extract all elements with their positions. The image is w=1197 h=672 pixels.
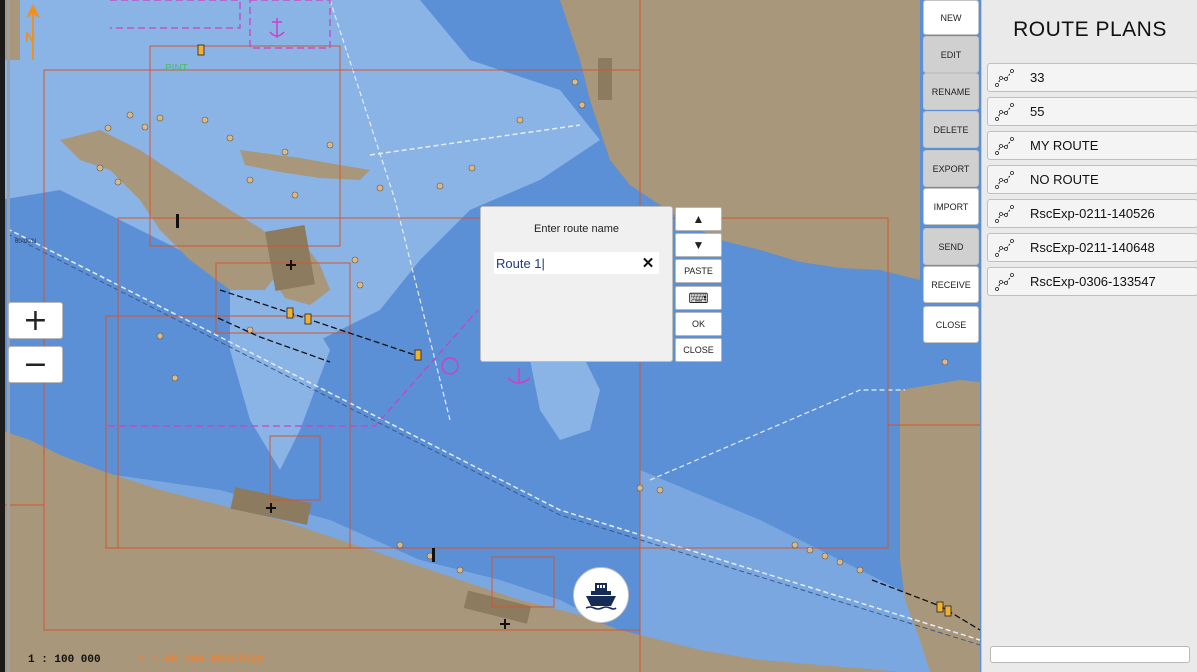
dock-structure bbox=[598, 58, 612, 100]
north-arrow-icon: N bbox=[25, 4, 40, 60]
chart-left-edge bbox=[0, 0, 5, 672]
route-icon bbox=[995, 272, 1014, 291]
keyboard-button[interactable]: ⌨ bbox=[675, 286, 722, 310]
route-name: MY ROUTE bbox=[1030, 138, 1099, 153]
scroll-up-button[interactable]: ▲ bbox=[675, 207, 722, 231]
route-plans-panel: ROUTE PLANS 33 55 MY ROUTE NO ROUTE RscE… bbox=[981, 0, 1197, 672]
panel-status-field bbox=[990, 646, 1190, 663]
zoom-in-button[interactable]: + bbox=[8, 302, 63, 339]
zoom-out-button[interactable]: − bbox=[8, 346, 63, 383]
route-list-item[interactable]: RscExp-0211-140526 bbox=[987, 199, 1197, 228]
latitude-label: 60°00'N bbox=[15, 239, 36, 245]
route-name: 33 bbox=[1030, 70, 1045, 85]
route-name: 55 bbox=[1030, 104, 1045, 119]
panel-title: ROUTE PLANS bbox=[1013, 18, 1167, 41]
dialog-title: Enter route name bbox=[534, 223, 619, 235]
clear-icon[interactable]: ✕ bbox=[640, 254, 656, 272]
keyboard-icon: ⌨ bbox=[688, 289, 709, 306]
paste-button[interactable]: PASTE bbox=[675, 259, 722, 283]
ok-button[interactable]: OK bbox=[675, 312, 722, 336]
route-name-input[interactable]: Route 1| ✕ bbox=[494, 252, 659, 274]
route-icon bbox=[995, 102, 1014, 121]
chart-place-label: PINT bbox=[165, 63, 188, 74]
chart-scale-display: 1 : 100 000 bbox=[28, 654, 101, 666]
close-panel-button[interactable]: CLOSE bbox=[923, 306, 979, 343]
route-name-value[interactable]: Route 1| bbox=[494, 256, 545, 271]
route-list-item[interactable]: MY ROUTE bbox=[987, 131, 1197, 160]
center-own-ship-button[interactable] bbox=[573, 567, 629, 623]
scroll-down-button[interactable]: ▼ bbox=[675, 233, 722, 257]
route-name: NO ROUTE bbox=[1030, 172, 1099, 187]
ship-icon bbox=[585, 583, 617, 610]
send-route-button[interactable]: SEND bbox=[923, 228, 979, 265]
chart-cell-scale-display: 1 : 90 000 RU3NTKQ0 bbox=[138, 654, 264, 666]
route-name: RscExp-0306-133547 bbox=[1030, 274, 1156, 289]
edit-route-button[interactable]: EDIT bbox=[923, 36, 979, 73]
route-list-item[interactable]: RscExp-0211-140648 bbox=[987, 233, 1197, 262]
route-icon bbox=[995, 204, 1014, 223]
new-route-button[interactable]: NEW bbox=[923, 0, 979, 35]
route-list-item[interactable]: 33 bbox=[987, 63, 1197, 92]
route-list-item[interactable]: NO ROUTE bbox=[987, 165, 1197, 194]
export-route-button[interactable]: EXPORT bbox=[923, 150, 979, 187]
route-icon bbox=[995, 68, 1014, 87]
route-icon bbox=[995, 136, 1014, 155]
route-icon bbox=[995, 238, 1014, 257]
route-name-dialog: Enter route name Route 1| ✕ bbox=[480, 206, 673, 362]
route-list-item[interactable]: 55 bbox=[987, 97, 1197, 126]
import-route-button[interactable]: IMPORT bbox=[923, 188, 979, 225]
delete-route-button[interactable]: DELETE bbox=[923, 111, 979, 148]
rename-route-button[interactable]: RENAME bbox=[923, 73, 979, 110]
receive-route-button[interactable]: RECEIVE bbox=[923, 266, 979, 303]
route-name: RscExp-0211-140526 bbox=[1030, 206, 1155, 221]
dialog-close-button[interactable]: CLOSE bbox=[675, 338, 722, 362]
route-icon bbox=[995, 170, 1014, 189]
route-name: RscExp-0211-140648 bbox=[1030, 240, 1155, 255]
route-list-item[interactable]: RscExp-0306-133547 bbox=[987, 267, 1197, 296]
north-label: N bbox=[25, 29, 35, 45]
